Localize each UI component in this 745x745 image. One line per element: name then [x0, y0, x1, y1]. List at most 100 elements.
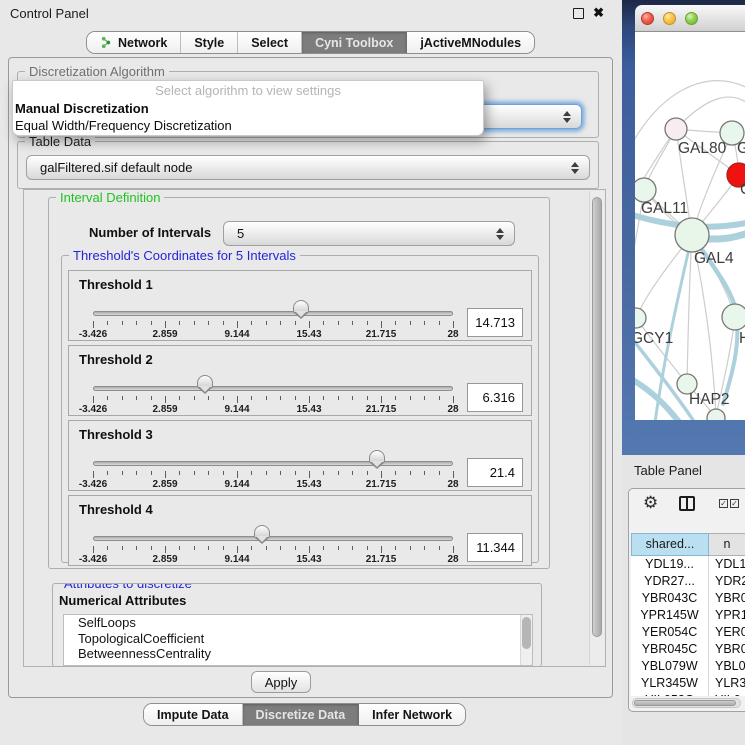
- node-label: GAL4: [694, 250, 734, 267]
- scrollbar-thumb[interactable]: [522, 617, 531, 649]
- stepper-icon: [571, 161, 580, 175]
- threshold-slider[interactable]: -3.4262.8599.14415.4321.71528: [93, 421, 453, 490]
- gear-icon[interactable]: ⚙: [643, 493, 658, 513]
- dropdown-hint-item[interactable]: Select algorithm to view settings: [13, 81, 483, 100]
- node-gal80[interactable]: [665, 118, 687, 140]
- tab-impute-data[interactable]: Impute Data: [144, 704, 243, 725]
- table-row[interactable]: YBL079WYBL0: [631, 658, 745, 675]
- table-row[interactable]: YBR043CYBR0: [631, 590, 745, 607]
- node-gcy1[interactable]: [635, 308, 646, 328]
- stepper-icon: [496, 227, 505, 241]
- table-data-value: galFiltered.sif default node: [40, 160, 192, 175]
- threshold-slider[interactable]: -3.4262.8599.14415.4321.71528: [93, 496, 453, 565]
- node-h[interactable]: [722, 304, 745, 330]
- attribute-item[interactable]: TopologicalCoefficient: [64, 631, 532, 647]
- attribute-item[interactable]: BetweennessCentrality: [64, 646, 532, 662]
- list-scrollbar[interactable]: [520, 615, 532, 665]
- settings-scrollbar[interactable]: [589, 191, 604, 665]
- tab-select[interactable]: Select: [238, 32, 302, 53]
- dropdown-option-manual-discretization[interactable]: Manual Discretization: [13, 100, 483, 117]
- network-canvas[interactable]: GAL80 G C GAL11 GAL4 GCY1 H HAP2: [635, 32, 745, 420]
- node-label: H: [739, 330, 745, 347]
- tab-label: Cyni Toolbox: [315, 36, 393, 50]
- slider-track[interactable]: [93, 461, 453, 466]
- threshold-value-field[interactable]: 11.344: [467, 533, 523, 562]
- slider-thumb[interactable]: [369, 450, 385, 462]
- table-row[interactable]: YDL19...YDL1: [631, 556, 745, 573]
- screen: Control Panel ✖ Network Style Select Cyn…: [0, 0, 745, 745]
- group-title: Threshold's Coordinates for 5 Intervals: [69, 248, 300, 263]
- tab-discretize-data[interactable]: Discretize Data: [243, 704, 360, 725]
- tab-infer-network[interactable]: Infer Network: [359, 704, 465, 725]
- threshold-value-field[interactable]: 21.4: [467, 458, 523, 487]
- control-panel-titlebar: Control Panel ✖: [0, 0, 621, 26]
- close-light-icon[interactable]: [641, 12, 654, 25]
- node-table: ⚙ ✓✓ shared... n YDL19...YDL1YDR27...YDR…: [628, 488, 745, 712]
- slider-thumb[interactable]: [254, 525, 270, 537]
- table-data-group: Table Data galFiltered.sif default node: [17, 141, 599, 189]
- node-label: C: [740, 181, 745, 198]
- threshold-slider[interactable]: -3.4262.8599.14415.4321.71528: [93, 346, 453, 415]
- float-window-icon[interactable]: [573, 8, 584, 19]
- group-title: Table Data: [25, 134, 95, 149]
- tab-label: Style: [194, 36, 224, 50]
- column-header-name[interactable]: n: [709, 533, 745, 556]
- dropdown-option-equal-width-frequency[interactable]: Equal Width/Frequency Discretization: [13, 117, 483, 134]
- node-label: HAP2: [689, 391, 730, 408]
- slider-tick-labels: -3.4262.8599.14415.4321.71528: [93, 554, 453, 565]
- threshold-value-field[interactable]: 6.316: [467, 383, 523, 412]
- tab-cyni-toolbox[interactable]: Cyni Toolbox: [302, 32, 407, 53]
- cyni-toolbox-content: Discretization Algorithm Table Data galF…: [8, 57, 613, 698]
- tab-jactivemnodules[interactable]: jActiveMNodules: [407, 32, 534, 53]
- threshold-slider[interactable]: -3.4262.8599.14415.4321.71528: [93, 271, 453, 340]
- slider-ticks: [93, 471, 453, 479]
- network-window-titlebar[interactable]: [635, 5, 745, 32]
- table-header: shared... n: [631, 533, 745, 556]
- node-label: GCY1: [635, 330, 673, 347]
- tab-label: Network: [118, 36, 167, 50]
- table-row[interactable]: YDR27...YDR2: [631, 573, 745, 590]
- table-row[interactable]: YLR345WYLR3: [631, 675, 745, 692]
- slider-thumb[interactable]: [293, 300, 309, 312]
- column-header-shared[interactable]: shared...: [631, 533, 709, 556]
- threshold-panel: Threshold 2 -3.4262.8599.14415.4321.7152…: [68, 345, 532, 416]
- zoom-light-icon[interactable]: [685, 12, 698, 25]
- slider-track[interactable]: [93, 536, 453, 541]
- interval-definition-group: Interval Definition Number of Intervals …: [48, 197, 550, 569]
- numerical-attributes-list[interactable]: SelfLoopsTopologicalCoefficientBetweenne…: [63, 614, 533, 666]
- slider-tick-labels: -3.4262.8599.14415.4321.71528: [93, 329, 453, 340]
- slider-track[interactable]: [93, 311, 453, 316]
- group-title: Attributes to discretize: [60, 583, 196, 591]
- slider-ticks: [93, 321, 453, 329]
- scrollbar-thumb[interactable]: [634, 700, 736, 706]
- table-row[interactable]: YBR045CYBR0: [631, 641, 745, 658]
- slider-thumb[interactable]: [197, 375, 213, 387]
- panel-title: Control Panel: [10, 6, 89, 21]
- table-row[interactable]: YIL052CYIL0: [631, 692, 745, 696]
- node-gal4[interactable]: [675, 218, 709, 252]
- number-of-intervals-combobox[interactable]: 5: [223, 221, 515, 246]
- minimize-light-icon[interactable]: [663, 12, 676, 25]
- checkbox-pair-icon[interactable]: ✓✓: [719, 499, 739, 508]
- tab-label: Select: [251, 36, 288, 50]
- close-icon[interactable]: ✖: [593, 5, 604, 21]
- control-panel-window: Control Panel ✖ Network Style Select Cyn…: [0, 0, 621, 745]
- threshold-value-field[interactable]: 14.713: [467, 308, 523, 337]
- table-data-combobox[interactable]: galFiltered.sif default node: [26, 155, 590, 180]
- apply-button[interactable]: Apply: [251, 671, 311, 693]
- scrollbar-thumb[interactable]: [592, 197, 602, 637]
- tab-network[interactable]: Network: [87, 32, 181, 53]
- table-row[interactable]: YER054CYER0: [631, 624, 745, 641]
- bottom-tab-bar: Impute Data Discretize Data Infer Networ…: [143, 703, 466, 726]
- node-gal11[interactable]: [635, 178, 656, 202]
- stepper-icon: [563, 110, 572, 124]
- table-panel: Table Panel ⚙ ✓✓ shared... n YDL19...YDL…: [622, 455, 745, 745]
- number-of-intervals-value: 5: [237, 226, 244, 241]
- tab-style[interactable]: Style: [181, 32, 238, 53]
- attribute-item[interactable]: SelfLoops: [64, 615, 532, 631]
- table-hscrollbar[interactable]: [632, 698, 741, 708]
- table-row[interactable]: YPR145WYPR1: [631, 607, 745, 624]
- split-columns-icon[interactable]: [679, 496, 695, 511]
- number-of-intervals-label: Number of Intervals: [89, 225, 211, 240]
- slider-track[interactable]: [93, 386, 453, 391]
